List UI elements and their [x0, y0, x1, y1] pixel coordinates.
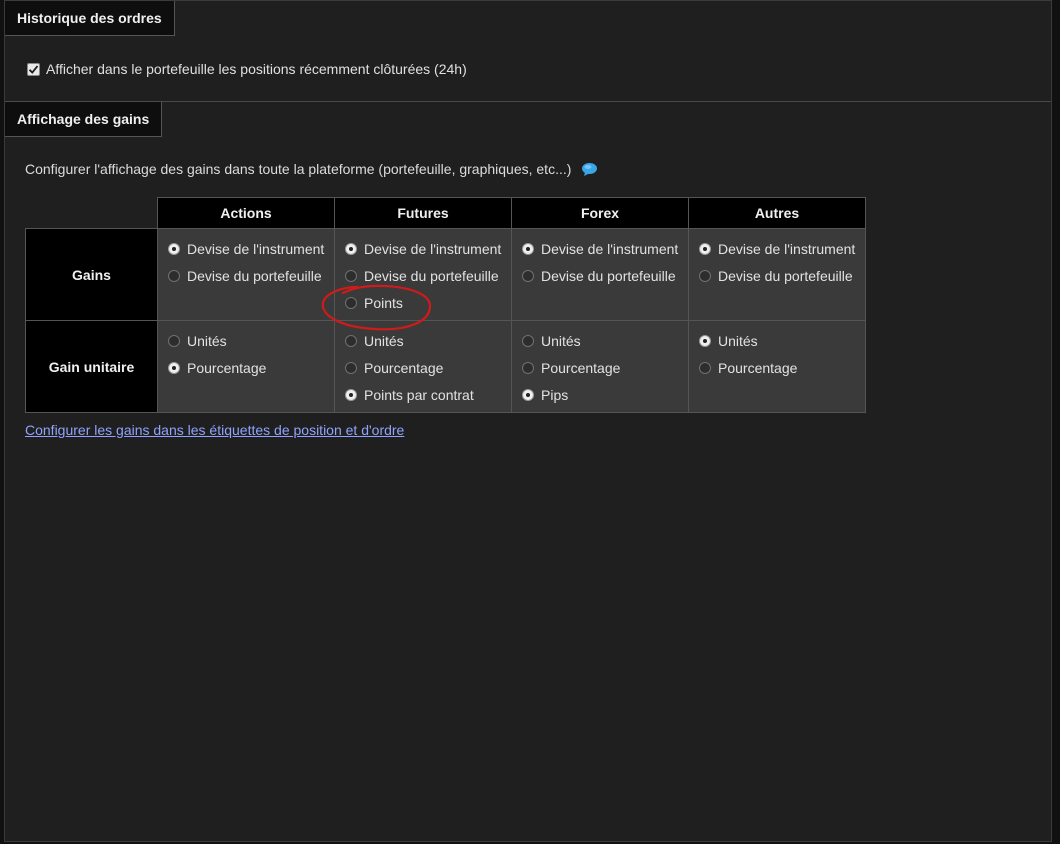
- table-header-row: Actions Futures Forex Autres: [25, 197, 866, 229]
- gains-display-description-row: Configurer l'affichage des gains dans to…: [25, 161, 598, 177]
- table-row-gains: Gains Devise de l'instrument Devise du po…: [25, 228, 866, 321]
- radio-option[interactable]: Pourcentage: [345, 354, 511, 381]
- radio-option-label: Unités: [364, 332, 404, 349]
- radio-button[interactable]: [168, 269, 180, 282]
- radio-option-label: Devise de l'instrument: [364, 240, 502, 257]
- radio-button[interactable]: [522, 361, 534, 374]
- row-header-gains: Gains: [25, 228, 158, 321]
- radio-option[interactable]: Devise du portefeuille: [522, 262, 688, 289]
- radio-button[interactable]: [345, 361, 357, 374]
- settings-panel: Historique des ordres Afficher dans le p…: [4, 0, 1052, 842]
- gains-forex-cell: Devise de l'instrument Devise du portefeu…: [511, 228, 689, 321]
- radio-option[interactable]: Unités: [522, 327, 688, 354]
- radio-button[interactable]: [168, 334, 180, 347]
- radio-option[interactable]: Pips: [522, 381, 688, 408]
- radio-option[interactable]: Devise de l'instrument: [345, 235, 511, 262]
- radio-button-selected[interactable]: [168, 242, 180, 255]
- column-header-actions: Actions: [157, 197, 335, 229]
- radio-option-label: Pourcentage: [541, 359, 621, 376]
- radio-option[interactable]: Unités: [699, 327, 865, 354]
- radio-option[interactable]: Devise du portefeuille: [168, 262, 334, 289]
- unit-gain-forex-cell: Unités Pourcentage Pips: [511, 320, 689, 413]
- radio-option[interactable]: Points: [345, 289, 511, 316]
- radio-button-selected[interactable]: [345, 242, 357, 255]
- radio-option-label: Points par contrat: [364, 386, 474, 403]
- gains-display-section: Affichage des gains: [5, 102, 1051, 162]
- radio-option-label: Devise de l'instrument: [187, 240, 325, 257]
- radio-button-selected[interactable]: [522, 388, 534, 401]
- configure-position-labels-link[interactable]: Configurer les gains dans les étiquettes…: [25, 422, 404, 438]
- radio-button[interactable]: [522, 334, 534, 347]
- radio-button-selected[interactable]: [699, 242, 711, 255]
- radio-option[interactable]: Devise de l'instrument: [522, 235, 688, 262]
- radio-button[interactable]: [345, 296, 357, 309]
- radio-option[interactable]: Pourcentage: [699, 354, 865, 381]
- table-corner: [25, 197, 158, 229]
- radio-option-label: Pips: [541, 386, 569, 403]
- radio-button-selected[interactable]: [699, 334, 711, 347]
- radio-button[interactable]: [699, 269, 711, 282]
- order-history-section: Historique des ordres Afficher dans le p…: [5, 1, 1051, 101]
- show-closed-positions-label: Afficher dans le portefeuille les positi…: [46, 61, 467, 77]
- radio-option-label: Pourcentage: [718, 359, 798, 376]
- radio-option-label: Unités: [187, 332, 227, 349]
- column-header-autres: Autres: [688, 197, 866, 229]
- unit-gain-futures-cell: Unités Pourcentage Points par contrat: [334, 320, 512, 413]
- radio-button[interactable]: [699, 361, 711, 374]
- radio-option[interactable]: Unités: [168, 327, 334, 354]
- radio-button[interactable]: [345, 269, 357, 282]
- radio-option-label: Devise de l'instrument: [718, 240, 856, 257]
- gains-display-description: Configurer l'affichage des gains dans to…: [25, 161, 572, 177]
- radio-button-selected[interactable]: [345, 388, 357, 401]
- radio-option[interactable]: Pourcentage: [522, 354, 688, 381]
- radio-option[interactable]: Devise de l'instrument: [699, 235, 865, 262]
- column-header-futures: Futures: [334, 197, 512, 229]
- radio-option-label: Devise du portefeuille: [187, 267, 322, 284]
- radio-button-selected[interactable]: [522, 242, 534, 255]
- radio-option-label: Pourcentage: [364, 359, 444, 376]
- radio-option-label: Devise du portefeuille: [718, 267, 853, 284]
- radio-option-label: Devise du portefeuille: [541, 267, 676, 284]
- radio-option[interactable]: Devise du portefeuille: [345, 262, 511, 289]
- radio-option[interactable]: Devise du portefeuille: [699, 262, 865, 289]
- radio-option-label: Pourcentage: [187, 359, 267, 376]
- gains-autres-cell: Devise de l'instrument Devise du portefeu…: [688, 228, 866, 321]
- speech-bubble-icon[interactable]: [581, 162, 598, 176]
- gains-display-title: Affichage des gains: [5, 102, 163, 137]
- radio-option[interactable]: Unités: [345, 327, 511, 354]
- radio-button[interactable]: [345, 334, 357, 347]
- row-header-gain-unitaire: Gain unitaire: [25, 320, 158, 413]
- radio-option-label: Unités: [541, 332, 581, 349]
- radio-option-label: Points: [364, 294, 403, 311]
- show-closed-positions-option[interactable]: Afficher dans le portefeuille les positi…: [27, 61, 467, 77]
- radio-option-label: Unités: [718, 332, 758, 349]
- gains-config-table: Actions Futures Forex Autres Gains Devis…: [25, 197, 866, 413]
- order-history-title: Historique des ordres: [5, 1, 175, 36]
- radio-button[interactable]: [522, 269, 534, 282]
- checkmark-icon: [28, 64, 39, 74]
- gains-futures-cell: Devise de l'instrument Devise du portefeu…: [334, 228, 512, 321]
- table-row-gain-unitaire: Gain unitaire Unités Pourcentage Unités Po…: [25, 320, 866, 413]
- unit-gain-actions-cell: Unités Pourcentage: [157, 320, 335, 413]
- radio-option[interactable]: Devise de l'instrument: [168, 235, 334, 262]
- column-header-forex: Forex: [511, 197, 689, 229]
- show-closed-positions-checkbox[interactable]: [27, 62, 40, 76]
- radio-button-selected[interactable]: [168, 361, 180, 374]
- gains-actions-cell: Devise de l'instrument Devise du portefeu…: [157, 228, 335, 321]
- radio-option[interactable]: Points par contrat: [345, 381, 511, 408]
- radio-option[interactable]: Pourcentage: [168, 354, 334, 381]
- radio-option-label: Devise du portefeuille: [364, 267, 499, 284]
- unit-gain-autres-cell: Unités Pourcentage: [688, 320, 866, 413]
- radio-option-label: Devise de l'instrument: [541, 240, 679, 257]
